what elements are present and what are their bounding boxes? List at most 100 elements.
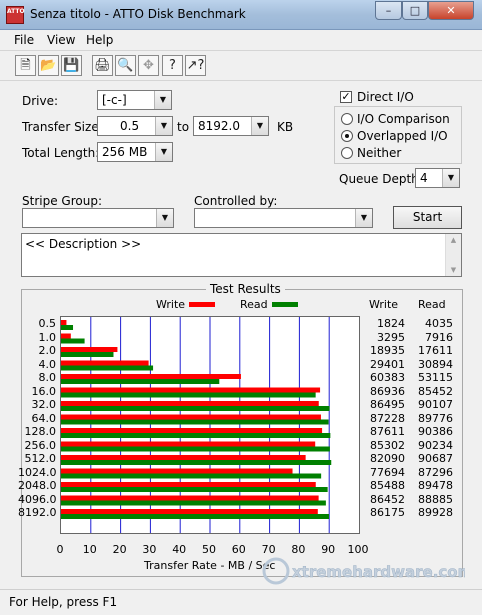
read-value: 17611 xyxy=(418,344,453,357)
read-value: 88885 xyxy=(418,492,453,506)
controlled-by-label: Controlled by: xyxy=(194,194,278,208)
read-bar xyxy=(61,446,330,452)
transfer-to-value: 8192.0 xyxy=(198,119,240,133)
menu-file[interactable]: File xyxy=(14,33,34,47)
write-value: 85302 xyxy=(370,438,405,452)
read-value: 7916 xyxy=(425,330,453,344)
read-bar xyxy=(61,325,74,330)
description-box[interactable]: << Description >> ▲ ▼ xyxy=(21,233,462,277)
transfer-size-to-select[interactable]: 8192.0 ▼ xyxy=(193,116,269,136)
write-value: 18935 xyxy=(370,344,405,357)
results-plot-area xyxy=(60,316,360,534)
read-value: 4035 xyxy=(425,317,453,330)
transfer-size-tick-label: 512.0 xyxy=(24,452,57,465)
direct-io-checkbox[interactable]: ✓ xyxy=(340,91,352,103)
direct-io-label: Direct I/O xyxy=(357,90,414,104)
read-bar xyxy=(61,487,328,492)
transfer-size-tick-label: 4.0 xyxy=(38,357,57,371)
transfer-size-tick-label: 0.5 xyxy=(38,317,57,330)
write-bar xyxy=(61,347,118,352)
test-results-title: Test Results xyxy=(206,282,285,296)
results-bar-chart xyxy=(61,317,332,533)
transfer-size-tick-label: 1024.0 xyxy=(18,465,57,479)
write-bar xyxy=(61,401,319,406)
read-bar xyxy=(61,365,154,371)
x-tick-label: 50 xyxy=(202,543,216,556)
read-bar xyxy=(61,433,331,438)
controlled-by-select[interactable]: ▼ xyxy=(194,208,373,228)
read-value: 85452 xyxy=(418,384,453,398)
transfer-size-label: Transfer Size: xyxy=(22,120,103,134)
write-bar xyxy=(61,482,316,487)
transfer-size-tick-label: 32.0 xyxy=(31,398,57,411)
transfer-size-tick-label: 8192.0 xyxy=(18,506,57,519)
chevron-down-icon: ▼ xyxy=(442,169,459,187)
open-folder-icon[interactable]: 📂 xyxy=(38,55,59,76)
queue-depth-select[interactable]: 4 ▼ xyxy=(415,168,460,188)
write-value: 86452 xyxy=(370,492,405,506)
transfer-size-tick-label: 64.0 xyxy=(31,411,57,425)
read-value: 90687 xyxy=(418,452,453,465)
x-tick-label: 10 xyxy=(82,543,97,556)
drive-select[interactable]: [-c-] ▼ xyxy=(97,90,172,110)
transfer-size-tick-label: 2.0 xyxy=(38,344,57,357)
write-bar xyxy=(61,455,306,460)
chevron-down-icon: ▼ xyxy=(251,117,268,135)
new-file-icon[interactable]: 🗎 xyxy=(15,55,36,76)
write-bar xyxy=(61,441,316,447)
total-length-value: 256 MB xyxy=(102,145,148,159)
menu-help[interactable]: Help xyxy=(86,33,113,47)
print-icon[interactable]: 🖨 xyxy=(92,55,113,76)
x-tick-label: 20 xyxy=(112,543,127,556)
close-button[interactable]: ✕ xyxy=(428,1,474,20)
overlapped-io-radio[interactable] xyxy=(341,130,353,142)
maximize-button[interactable]: □ xyxy=(402,1,428,20)
total-length-select[interactable]: 256 MB ▼ xyxy=(97,142,173,162)
write-bar xyxy=(61,374,241,379)
read-bar xyxy=(61,406,330,411)
description-scrollbar[interactable]: ▲ ▼ xyxy=(445,234,461,276)
write-value: 29401 xyxy=(370,357,405,371)
write-value: 86936 xyxy=(370,384,405,398)
transfer-size-from-select[interactable]: 0.5 ▼ xyxy=(97,116,173,136)
chevron-down-icon: ▼ xyxy=(155,117,172,135)
write-value: 87228 xyxy=(370,411,405,425)
write-value: 86495 xyxy=(370,398,405,411)
write-value: 3295 xyxy=(377,330,405,344)
start-button[interactable]: Start xyxy=(393,206,462,229)
x-tick-label: 40 xyxy=(172,543,187,556)
transfer-size-tick-label: 256.0 xyxy=(24,438,57,452)
description-text: << Description >> xyxy=(25,237,142,251)
minimize-button[interactable]: – xyxy=(375,1,402,20)
chevron-down-icon: ▼ xyxy=(154,91,171,109)
menu-view[interactable]: View xyxy=(47,33,75,47)
read-bar xyxy=(61,392,316,398)
app-icon-text: ATTO xyxy=(7,8,25,15)
read-value: 90234 xyxy=(418,438,453,452)
read-value: 53115 xyxy=(418,371,453,384)
write-bar xyxy=(61,428,323,433)
drive-value: [-c-] xyxy=(102,93,127,107)
neither-radio[interactable] xyxy=(341,147,353,159)
context-help-icon[interactable]: ↗? xyxy=(185,55,206,76)
x-tick-label: 100 xyxy=(347,543,369,556)
io-comparison-radio[interactable] xyxy=(341,113,353,125)
unit-label: KB xyxy=(277,120,294,134)
move-icon[interactable]: ✥ xyxy=(138,55,159,76)
x-tick-label: 90 xyxy=(321,543,336,556)
chevron-down-icon: ▼ xyxy=(156,209,173,227)
read-value: 90107 xyxy=(418,398,453,411)
read-column-header: Read xyxy=(418,298,446,311)
io-comparison-label: I/O Comparison xyxy=(357,112,450,126)
read-value: 30894 xyxy=(418,357,453,371)
transfer-size-tick-label: 4096.0 xyxy=(18,492,57,506)
stripe-group-select[interactable]: ▼ xyxy=(22,208,174,228)
read-value: 89928 xyxy=(418,506,453,519)
stripe-group-label: Stripe Group: xyxy=(22,194,102,208)
save-icon[interactable]: 💾 xyxy=(61,55,82,76)
print-preview-icon[interactable]: 🔍 xyxy=(115,55,136,76)
write-bar xyxy=(61,387,321,393)
x-tick-label: 70 xyxy=(261,543,276,556)
transfer-size-tick-label: 2048.0 xyxy=(18,479,57,492)
about-icon[interactable]: ? xyxy=(162,55,183,76)
